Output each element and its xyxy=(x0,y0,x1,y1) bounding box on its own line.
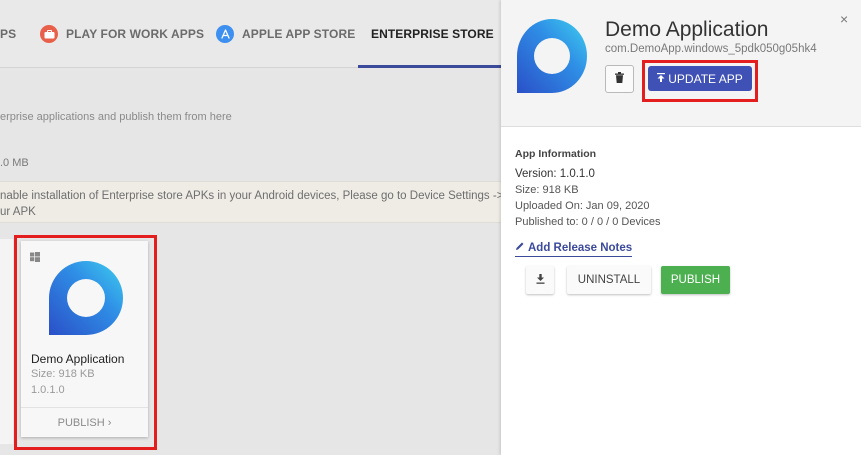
card-publish-label: PUBLISH xyxy=(57,416,105,429)
tab-enterprise-store[interactable]: ENTERPRISE STORE xyxy=(358,0,507,68)
add-release-notes-link[interactable]: Add Release Notes xyxy=(515,241,633,257)
app-card-demo-application[interactable]: Demo Application Size: 918 KB 1.0.1.0 PU… xyxy=(21,241,148,437)
store-tab-bar: PS PLAY FOR WORK APPS APPLE APP STORE EN… xyxy=(0,0,507,68)
tab-label: PS xyxy=(0,27,17,41)
tab-apple-app-store[interactable]: APPLE APP STORE xyxy=(216,0,355,68)
update-app-button[interactable]: UPDATE APP xyxy=(648,66,752,91)
app-info-version: Version: 1.0.1.0 xyxy=(515,168,595,180)
app-info-uploaded: Uploaded On: Jan 09, 2020 xyxy=(515,200,650,212)
panel-package-name: com.DemoApp.windows_5pdk050g05hk4 xyxy=(605,43,817,55)
update-app-label: UPDATE APP xyxy=(668,71,743,86)
upload-icon xyxy=(657,72,666,85)
tab-label: APPLE APP STORE xyxy=(242,27,356,41)
panel-header: Demo Application com.DemoApp.windows_5pd… xyxy=(501,0,861,127)
app-logo-icon xyxy=(47,259,125,337)
panel-app-title: Demo Application xyxy=(605,18,769,41)
tab-label: ENTERPRISE STORE xyxy=(371,27,494,41)
publish-label: PUBLISH xyxy=(670,274,721,286)
notice-text-line-1: nable installation of Enterprise store A… xyxy=(0,190,504,202)
storage-usage: .0 MB xyxy=(0,157,29,169)
app-card-name: Demo Application xyxy=(31,352,125,366)
app-info-heading: App Information xyxy=(515,148,597,160)
release-notes-label: Add Release Notes xyxy=(528,241,633,254)
uninstall-label: UNINSTALL xyxy=(577,274,641,286)
close-icon[interactable]: × xyxy=(840,11,848,27)
pencil-icon xyxy=(515,241,525,254)
card-publish-button[interactable]: PUBLISH › xyxy=(21,407,148,437)
app-list-area: PS PLAY FOR WORK APPS APPLE APP STORE EN… xyxy=(0,0,507,455)
notice-text-line-2: ur APK xyxy=(0,206,36,218)
delete-button[interactable] xyxy=(605,65,634,93)
tab-partial-apps[interactable]: PS xyxy=(0,0,16,68)
trash-icon xyxy=(615,70,624,88)
app-store-icon xyxy=(216,25,234,43)
app-info-published: Published to: 0 / 0 / 0 Devices xyxy=(515,216,661,228)
store-description: erprise applications and publish them fr… xyxy=(0,111,232,123)
briefcase-icon xyxy=(40,25,58,43)
windows-icon xyxy=(30,249,40,262)
app-card-size: Size: 918 KB xyxy=(31,368,95,380)
app-details-panel: Demo Application com.DemoApp.windows_5pd… xyxy=(501,0,861,455)
download-button[interactable] xyxy=(526,266,554,294)
publish-button[interactable]: PUBLISH xyxy=(661,266,730,294)
app-info-size: Size: 918 KB xyxy=(515,184,579,196)
tab-label: PLAY FOR WORK APPS xyxy=(66,27,205,41)
app-card-partial[interactable] xyxy=(0,239,13,444)
uninstall-button[interactable]: UNINSTALL xyxy=(567,266,651,294)
tab-play-for-work-apps[interactable]: PLAY FOR WORK APPS xyxy=(40,0,204,68)
download-icon xyxy=(536,273,545,287)
app-logo-icon xyxy=(515,17,589,95)
info-notice-banner: nable installation of Enterprise store A… xyxy=(0,181,504,223)
app-card-version: 1.0.1.0 xyxy=(31,384,65,396)
chevron-right-icon: › xyxy=(107,416,112,429)
